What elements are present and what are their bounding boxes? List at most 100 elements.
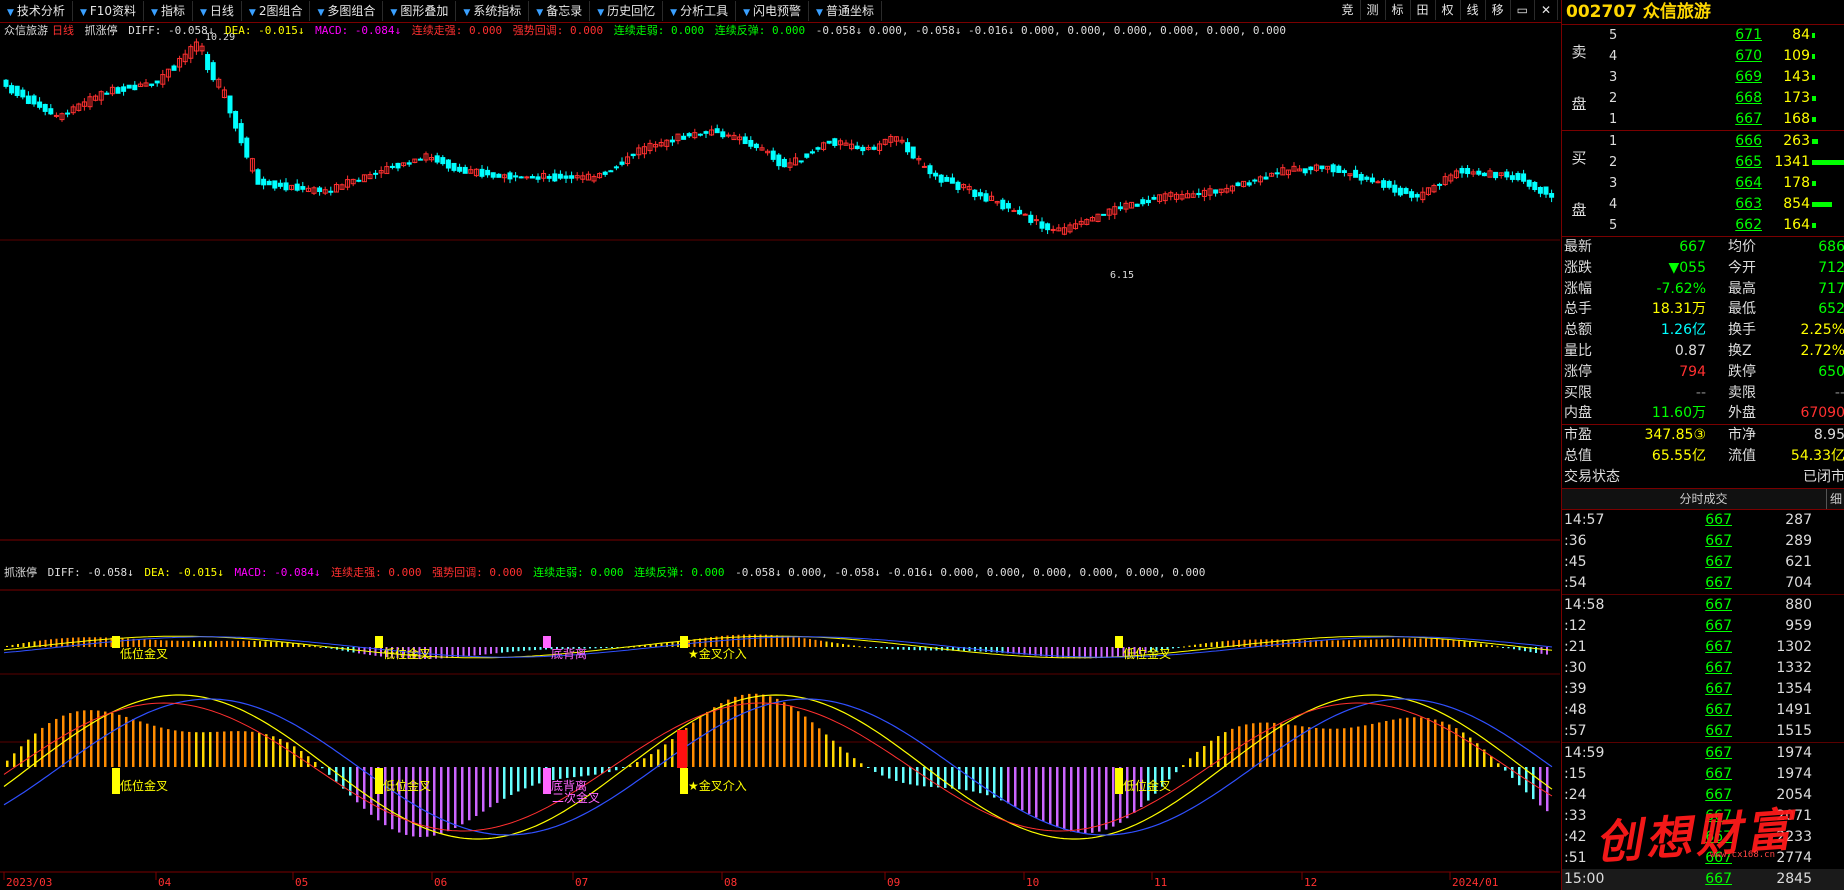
macd-bar-small — [1414, 638, 1416, 647]
toolbar-item-0[interactable]: ▼ 技术分析 — [0, 1, 73, 21]
macd-bar-small — [1188, 645, 1191, 647]
orderbook-row[interactable]: 2 668 173 — [1562, 88, 1844, 109]
price[interactable]: 669 — [1652, 67, 1762, 88]
toolbar-item-9[interactable]: ▼ 历史回忆 — [590, 1, 664, 21]
toolbar-item-7[interactable]: ▼ 系统指标 — [456, 1, 530, 21]
candle-body — [121, 86, 127, 92]
toolbar-right-button-1[interactable]: 测 — [1361, 0, 1386, 20]
orderbook-row[interactable]: 2 665 1341 — [1562, 152, 1844, 173]
toolbar-right-button-8[interactable]: ✕ — [1535, 0, 1558, 20]
macd-bar-small — [853, 645, 855, 647]
trade-time: 14:57 — [1564, 511, 1605, 528]
macd-bar — [167, 729, 170, 767]
signal-label-small: 低位金叉 — [120, 646, 168, 661]
orderbook-row[interactable]: 5 662 164 — [1562, 215, 1844, 236]
macd-bar — [412, 767, 415, 837]
trades-title-label: 分时成交 — [1679, 491, 1728, 506]
chart-area[interactable]: 10.29 6.15 低位金叉 低位金叉 低位金叉 低位金叉 底背离 底背离 ★金叉介入 ★金叉介… — [0, 22, 1560, 890]
x-axis-label: 09 — [887, 876, 900, 889]
toolbar-item-3[interactable]: ▼ 日线 — [193, 1, 242, 21]
kline-chart[interactable]: 10.296.15低位金叉低位金叉低位金叉低位金叉底背离底背离★金叉介入★金叉介… — [0, 22, 1560, 890]
candle-body — [356, 179, 362, 182]
candle-body — [1235, 182, 1241, 187]
toolbar-item-4[interactable]: ▼ 2图组合 — [242, 1, 311, 21]
macd-bar-small — [908, 647, 910, 650]
price[interactable]: 663 — [1652, 194, 1762, 215]
trade-row[interactable]: :15 667 1974 — [1562, 764, 1844, 785]
toolbar-item-8[interactable]: ▼ 备忘录 — [529, 1, 591, 21]
price[interactable]: 666 — [1652, 131, 1762, 152]
orderbook-row[interactable]: 3 669 143 — [1562, 67, 1844, 88]
trade-row[interactable]: 14:59 667 1974 — [1562, 741, 1844, 764]
price[interactable]: 668 — [1652, 88, 1762, 109]
toolbar-item-2[interactable]: ▼ 指标 — [144, 1, 193, 21]
macd-bar — [1294, 725, 1297, 767]
macd-bar — [76, 711, 79, 767]
macd-bar-small — [1392, 638, 1394, 647]
orderbook-row[interactable]: 4 663 854 — [1562, 194, 1844, 215]
toolbar-right-button-6[interactable]: 移 — [1486, 0, 1511, 20]
toolbar-item-1[interactable]: ▼ F10资料 — [73, 1, 145, 21]
toolbar-item-10[interactable]: ▼ 分析工具 — [663, 1, 737, 21]
toolbar-right-button-4[interactable]: 权 — [1436, 0, 1461, 20]
trade-row[interactable]: :57 667 1515 — [1562, 721, 1844, 742]
macd-bar-small — [468, 647, 470, 657]
trade-row[interactable]: :48 667 1491 — [1562, 700, 1844, 721]
trade-row[interactable]: 14:57 667 287 — [1562, 510, 1844, 531]
toolbar-item-5[interactable]: ▼ 多图组合 — [310, 1, 384, 21]
volume: 173 — [1783, 90, 1810, 106]
toolbar-item-6[interactable]: ▼ 图形叠加 — [383, 1, 457, 21]
toolbar-item-11[interactable]: ▼ 闪电预警 — [736, 1, 810, 21]
stat-row: 总额 1.26亿 换手 2.25% — [1562, 320, 1844, 341]
orderbook-row[interactable]: 5 671 84 — [1562, 25, 1844, 46]
macd-bar-small — [1403, 638, 1405, 647]
detail-button[interactable]: 细 — [1826, 488, 1844, 509]
trade-row[interactable]: 14:58 667 880 — [1562, 593, 1844, 616]
orderbook-row[interactable]: 1 667 168 — [1562, 109, 1844, 130]
stat-value-2: 712 — [1818, 259, 1844, 276]
toolbar-right-button-7[interactable]: ▭ — [1511, 0, 1535, 20]
price[interactable]: 671 — [1652, 25, 1762, 46]
macd-bar — [230, 731, 233, 767]
trade-row[interactable]: :39 667 1354 — [1562, 679, 1844, 700]
macd-bar — [594, 767, 597, 775]
orderbook-row[interactable]: 3 664 178 — [1562, 173, 1844, 194]
candle-body — [65, 112, 71, 115]
trade-row[interactable]: :21 667 1302 — [1562, 637, 1844, 658]
trade-price: 667 — [1705, 574, 1732, 591]
price[interactable]: 670 — [1652, 46, 1762, 67]
trade-row[interactable]: :36 667 289 — [1562, 531, 1844, 552]
orderbook-row[interactable]: 4 670 109 — [1562, 46, 1844, 67]
trade-price: 667 — [1705, 553, 1732, 570]
trades-title[interactable]: 分时成交 细 — [1562, 487, 1844, 510]
price[interactable]: 664 — [1652, 173, 1762, 194]
candle-body — [294, 183, 300, 191]
orderbook-row[interactable]: 1 666 263 — [1562, 131, 1844, 152]
candle-body — [1437, 183, 1443, 186]
toolbar-item-12[interactable]: ▼ 普通坐标 — [809, 1, 882, 21]
price[interactable]: 667 — [1652, 109, 1762, 130]
s1-value: 连续走强: 0.000 — [331, 566, 422, 579]
price[interactable]: 665 — [1652, 152, 1762, 173]
trade-row[interactable]: :45 667 621 — [1562, 552, 1844, 573]
stat-key: 买限 — [1564, 384, 1592, 401]
signal-label: ★金叉介入 — [688, 778, 747, 793]
price[interactable]: 662 — [1652, 215, 1762, 236]
macd-bar — [1287, 724, 1290, 767]
toolbar-right-button-0[interactable]: 竞 — [1335, 0, 1361, 20]
macd-bar-small — [479, 647, 481, 655]
candle-body — [1140, 199, 1146, 205]
toolbar-right-button-2[interactable]: 标 — [1386, 0, 1411, 20]
trade-row[interactable]: :54 667 704 — [1562, 573, 1844, 594]
trade-row[interactable]: :30 667 1332 — [1562, 658, 1844, 679]
toolbar-right-button-5[interactable]: 线 — [1461, 0, 1486, 20]
trade-row[interactable]: :12 667 959 — [1562, 616, 1844, 637]
macd-bar — [1168, 767, 1171, 780]
macd-bar — [391, 767, 394, 830]
toolbar-right-button-3[interactable]: 田 — [1411, 0, 1436, 20]
candle-body — [1028, 214, 1034, 223]
macd-bar — [517, 767, 520, 792]
trade-price: 667 — [1705, 680, 1732, 697]
stat-value: 794 — [1679, 363, 1706, 380]
macd-bar — [1070, 767, 1073, 832]
